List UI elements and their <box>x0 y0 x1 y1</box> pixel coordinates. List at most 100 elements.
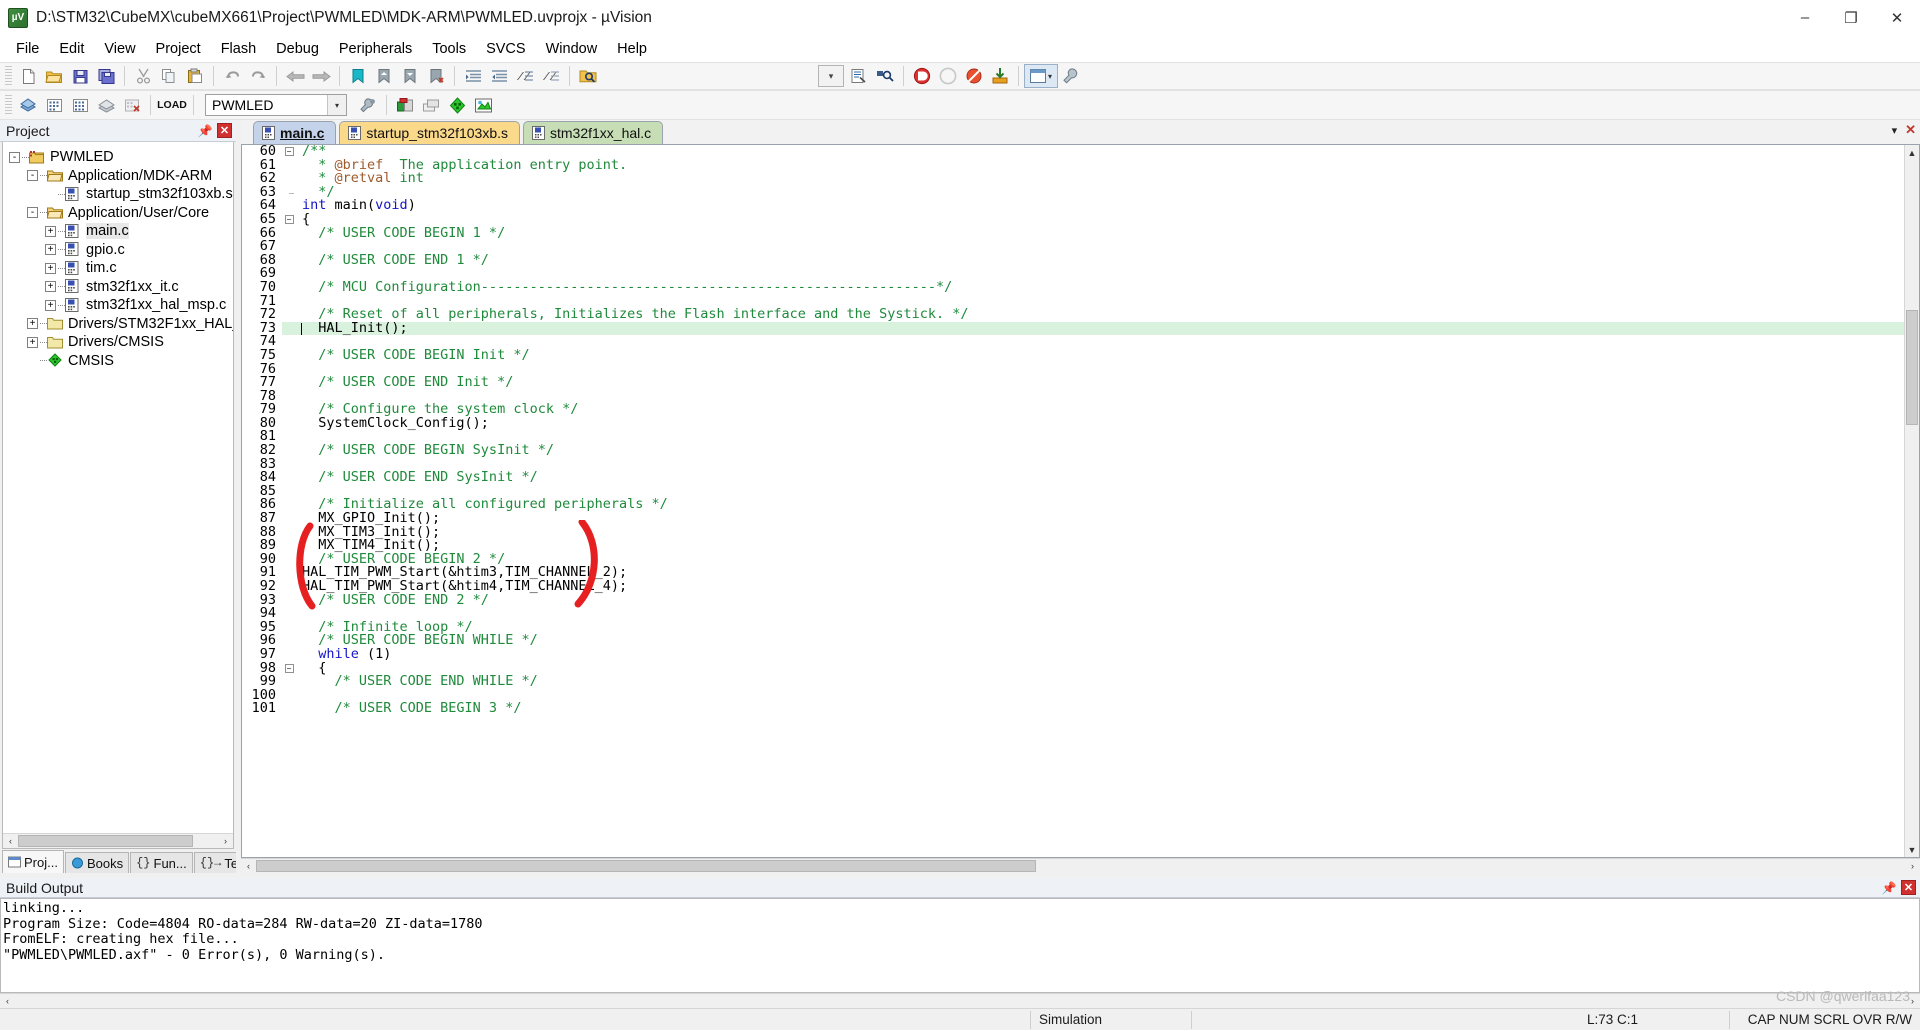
build-output-text[interactable]: linking...Program Size: Code=4804 RO-dat… <box>0 898 1920 993</box>
menu-edit[interactable]: Edit <box>49 38 94 60</box>
code-line[interactable]: 64int main(void) <box>242 199 1904 213</box>
manage-runtime-icon[interactable] <box>392 93 418 117</box>
vscroll-thumb[interactable] <box>1906 310 1918 425</box>
project-tree[interactable]: -PWMLED-Application/MDK-ARMstartup_stm32… <box>2 142 234 849</box>
bookmark-clear-icon[interactable] <box>423 64 449 88</box>
menu-debug[interactable]: Debug <box>266 38 329 60</box>
menu-flash[interactable]: Flash <box>211 38 266 60</box>
code-line[interactable]: 70 /* MCU Configuration-----------------… <box>242 281 1904 295</box>
close-button[interactable]: ✕ <box>1874 0 1920 36</box>
start-debug-icon[interactable] <box>909 64 935 88</box>
maximize-button[interactable]: ❐ <box>1828 0 1874 36</box>
code-line[interactable]: 68 /* USER CODE END 1 */ <box>242 254 1904 268</box>
tree-item-gpio-c[interactable]: +gpio.c <box>3 241 233 260</box>
close-icon[interactable]: ✕ <box>1901 880 1916 895</box>
chevron-down-icon[interactable]: ▾ <box>327 95 346 115</box>
tree-item-tim-c[interactable]: +tim.c <box>3 259 233 278</box>
menu-file[interactable]: File <box>6 38 49 60</box>
code-line[interactable]: 82 /* USER CODE BEGIN SysInit */ <box>242 444 1904 458</box>
code-line[interactable]: 101 /* USER CODE BEGIN 3 */ <box>242 702 1904 716</box>
copy-icon[interactable] <box>156 64 182 88</box>
scroll-up-icon[interactable]: ▲ <box>1905 145 1920 160</box>
books-icon[interactable] <box>418 93 444 117</box>
tab-books[interactable]: Books <box>65 852 129 873</box>
code-line[interactable]: 94 <box>242 607 1904 621</box>
expand-icon[interactable]: + <box>27 318 38 329</box>
toolbar-grip[interactable] <box>5 66 12 86</box>
editor-tab-main-c[interactable]: main.c <box>253 121 336 144</box>
translate-icon[interactable] <box>15 93 41 117</box>
outdent-icon[interactable] <box>486 64 512 88</box>
editor-tab-startup-s[interactable]: startup_stm32f103xb.s <box>339 121 520 144</box>
minimize-button[interactable]: – <box>1782 0 1828 36</box>
editor-hscrollbar[interactable]: ‹ › <box>241 858 1920 873</box>
stop-debug-icon[interactable] <box>935 64 961 88</box>
bookmark-prev-icon[interactable] <box>371 64 397 88</box>
new-file-icon[interactable] <box>15 64 41 88</box>
code-line[interactable]: 88 MX_TIM3_Init(); <box>242 526 1904 540</box>
indent-icon[interactable] <box>460 64 486 88</box>
scroll-left-icon[interactable]: ‹ <box>0 994 15 1008</box>
menu-window[interactable]: Window <box>536 38 608 60</box>
pack-installer-icon[interactable] <box>470 93 496 117</box>
close-icon[interactable]: ✕ <box>217 123 232 138</box>
scroll-right-icon[interactable]: › <box>218 834 233 848</box>
target-selector[interactable]: PWMLED ▾ <box>205 94 347 116</box>
code-line[interactable]: 84 /* USER CODE END SysInit */ <box>242 471 1904 485</box>
collapse-icon[interactable]: - <box>9 152 20 163</box>
build-icon[interactable] <box>41 93 67 117</box>
editor-vscrollbar[interactable]: ▲ ▼ <box>1904 145 1919 857</box>
code-editor[interactable]: 60−/**61 * @brief The application entry … <box>242 145 1904 857</box>
scroll-thumb[interactable] <box>18 835 193 847</box>
tree-item-cmsis[interactable]: CMSIS <box>3 352 233 371</box>
toolbar-grip-2[interactable] <box>5 95 12 115</box>
collapse-icon[interactable]: - <box>27 170 38 181</box>
configure-icon[interactable] <box>1058 64 1084 88</box>
download-icon[interactable] <box>987 64 1013 88</box>
bookmark-toggle-icon[interactable] <box>345 64 371 88</box>
scroll-right-icon[interactable]: › <box>1905 859 1920 873</box>
tab-functions[interactable]: {} Fun... <box>130 852 193 873</box>
pin-icon[interactable]: 📌 <box>197 123 213 139</box>
uncomment-icon[interactable]: // <box>538 64 564 88</box>
code-line[interactable]: 86 /* Initialize all configured peripher… <box>242 498 1904 512</box>
tree-item-application-user-core[interactable]: -Application/User/Core <box>3 204 233 223</box>
tree-item-pwmled[interactable]: -PWMLED <box>3 148 233 167</box>
code-line[interactable]: 99 /* USER CODE END WHILE */ <box>242 675 1904 689</box>
code-line[interactable]: 73 HAL_Init(); <box>242 322 1904 336</box>
tree-item-main-c[interactable]: +main.c <box>3 222 233 241</box>
editor-tab-stm32f1xx-hal-c[interactable]: stm32f1xx_hal.c <box>523 121 663 144</box>
code-line[interactable]: 92HAL_TIM_PWM_Start(&htim4,TIM_CHANNEL_4… <box>242 580 1904 594</box>
tree-item-application-mdk-arm[interactable]: -Application/MDK-ARM <box>3 167 233 186</box>
menu-peripherals[interactable]: Peripherals <box>329 38 422 60</box>
code-line[interactable]: 97 while (1) <box>242 648 1904 662</box>
scroll-right-icon[interactable]: › <box>1905 994 1920 1008</box>
code-line[interactable]: 62 * @retval int <box>242 172 1904 186</box>
collapse-icon[interactable]: - <box>27 207 38 218</box>
code-line[interactable]: 66 /* USER CODE BEGIN 1 */ <box>242 227 1904 241</box>
hscroll-thumb[interactable] <box>256 860 1036 872</box>
window-layout-icon[interactable]: ▾ <box>1024 64 1058 88</box>
code-line[interactable]: 93 /* USER CODE END 2 */ <box>242 594 1904 608</box>
vscroll-track[interactable] <box>1905 160 1920 842</box>
tab-project[interactable]: Proj... <box>2 850 64 873</box>
code-line[interactable]: 87 MX_GPIO_Init(); <box>242 512 1904 526</box>
fold-collapse-icon[interactable]: − <box>282 664 296 673</box>
cut-icon[interactable] <box>130 64 156 88</box>
tree-item-drivers-cmsis[interactable]: +Drivers/CMSIS <box>3 333 233 352</box>
scroll-down-icon[interactable]: ▼ <box>1905 842 1920 857</box>
code-line[interactable]: 63 */ <box>242 186 1904 200</box>
expand-icon[interactable]: + <box>45 281 56 292</box>
code-line[interactable]: 61 * @brief The application entry point. <box>242 159 1904 173</box>
find-in-files-icon[interactable] <box>575 64 601 88</box>
code-line[interactable]: 80 SystemClock_Config(); <box>242 417 1904 431</box>
rebuild-icon[interactable] <box>67 93 93 117</box>
open-file-icon[interactable] <box>41 64 67 88</box>
multi-project-icon[interactable] <box>444 93 470 117</box>
comment-icon[interactable]: // <box>512 64 538 88</box>
code-line[interactable]: 96 /* USER CODE BEGIN WHILE */ <box>242 634 1904 648</box>
project-tree-hscrollbar[interactable]: ‹ › <box>3 833 233 848</box>
tree-item-drivers-stm32f1xx-hal-dr[interactable]: +Drivers/STM32F1xx_HAL_Dr <box>3 315 233 334</box>
menu-project[interactable]: Project <box>146 38 211 60</box>
tree-item-startup-stm32f103xb-s[interactable]: startup_stm32f103xb.s <box>3 185 233 204</box>
